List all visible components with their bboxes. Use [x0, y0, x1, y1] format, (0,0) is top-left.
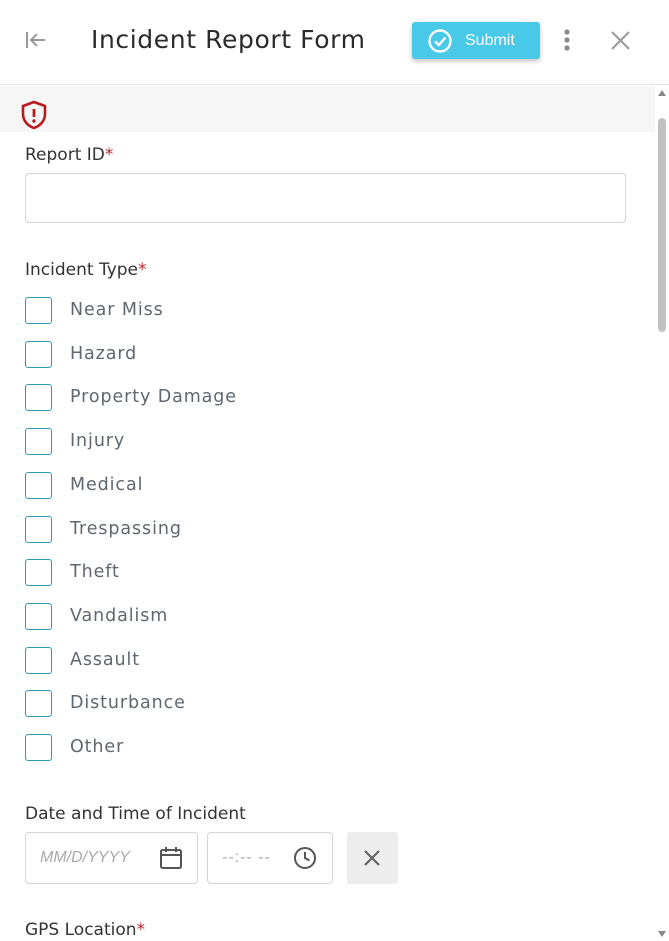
checkbox-label: Medical [70, 475, 144, 495]
time-placeholder: --:-- -- [222, 849, 271, 866]
checkbox[interactable] [25, 515, 52, 543]
checkbox-label: Near Miss [70, 300, 164, 320]
report-id-label: Report ID* [25, 145, 114, 165]
clock-icon[interactable] [292, 845, 318, 871]
shield-alert-icon [20, 100, 48, 130]
checkbox[interactable] [25, 689, 52, 717]
checkbox-label: Assault [70, 650, 141, 670]
checkbox-label: Trespassing [70, 519, 182, 539]
clear-datetime-button[interactable] [347, 832, 398, 884]
header-bar: Incident Report Form Submit [0, 0, 669, 85]
checkbox-label: Hazard [70, 344, 138, 364]
checkbox[interactable] [25, 471, 52, 499]
gps-location-label: GPS Location* [25, 920, 146, 940]
incident-type-option-assault[interactable]: Assault [25, 646, 140, 674]
incident-type-option-hazard[interactable]: Hazard [25, 340, 137, 368]
checkbox[interactable] [25, 558, 52, 586]
checkbox-label: Other [70, 737, 125, 757]
submit-label: Submit [465, 31, 515, 49]
scroll-down-icon[interactable] [658, 931, 666, 937]
collapse-left-icon[interactable] [22, 26, 50, 54]
page-title: Incident Report Form [91, 25, 366, 54]
submit-button[interactable]: Submit [412, 22, 540, 59]
close-icon [364, 850, 380, 866]
checkbox-label: Disturbance [70, 693, 186, 713]
date-time-label: Date and Time of Incident [25, 804, 246, 824]
incident-type-option-medical[interactable]: Medical [25, 471, 143, 499]
checkbox-label: Property Damage [70, 387, 237, 407]
checkbox-label: Injury [70, 431, 126, 451]
checkbox[interactable] [25, 383, 52, 411]
checkbox-label: Theft [70, 562, 120, 582]
incident-type-label: Incident Type* [25, 260, 147, 280]
date-input[interactable]: MM/D/YYYY [25, 832, 198, 884]
scroll-up-icon[interactable] [658, 90, 666, 96]
calendar-icon[interactable] [158, 845, 184, 871]
more-vertical-icon[interactable] [556, 26, 578, 56]
incident-type-option-property-damage[interactable]: Property Damage [25, 383, 237, 411]
incident-type-option-other[interactable]: Other [25, 733, 124, 761]
incident-type-option-disturbance[interactable]: Disturbance [25, 689, 186, 717]
checkbox[interactable] [25, 646, 52, 674]
time-input[interactable]: --:-- -- [207, 832, 333, 884]
scrollbar-thumb[interactable] [658, 118, 666, 332]
checkbox[interactable] [25, 296, 52, 324]
checkbox[interactable] [25, 733, 52, 761]
checkbox[interactable] [25, 340, 52, 368]
scrollbar[interactable] [655, 86, 669, 941]
checkbox[interactable] [25, 427, 52, 455]
form-banner [0, 86, 655, 132]
checkbox-label: Vandalism [70, 606, 169, 626]
incident-type-option-theft[interactable]: Theft [25, 558, 120, 586]
close-icon[interactable] [607, 27, 635, 55]
incident-type-option-injury[interactable]: Injury [25, 427, 125, 455]
checkbox[interactable] [25, 602, 52, 630]
incident-type-option-near-miss[interactable]: Near Miss [25, 296, 164, 324]
date-placeholder: MM/D/YYYY [40, 849, 130, 866]
incident-type-option-vandalism[interactable]: Vandalism [25, 602, 168, 630]
incident-type-option-trespassing[interactable]: Trespassing [25, 515, 182, 543]
check-circle-icon [428, 28, 452, 53]
report-id-input[interactable] [25, 173, 626, 223]
